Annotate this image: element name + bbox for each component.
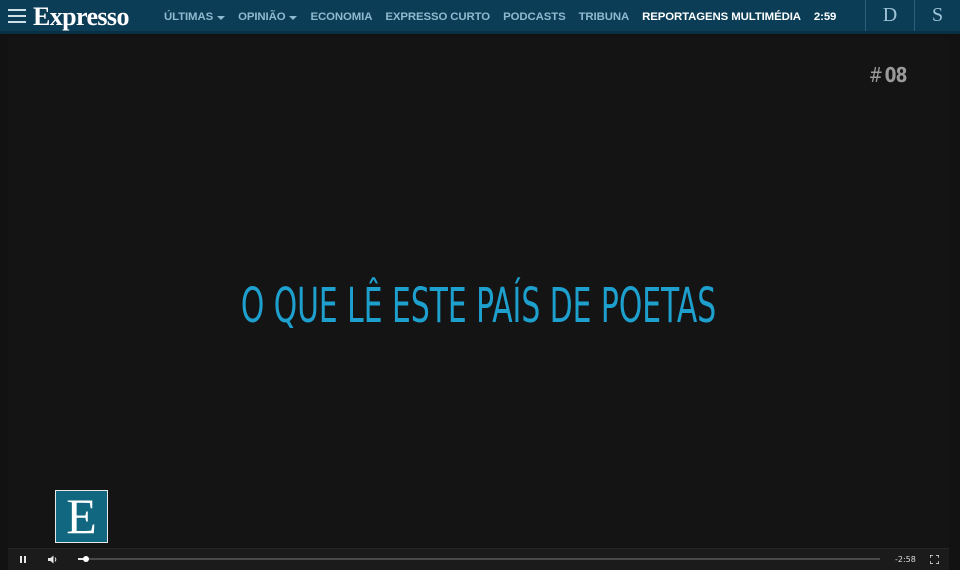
- nav-item-label: OPINIÃO: [238, 11, 286, 23]
- episode-number-value: 08: [885, 63, 908, 87]
- brand-links: D S: [865, 0, 960, 31]
- video-headline: O QUE LÊ ESTE PAÍS DE POETAS: [240, 278, 717, 334]
- pause-button[interactable]: [12, 549, 34, 570]
- episode-number: #08: [869, 63, 908, 87]
- expresso-e-watermark: E: [55, 490, 108, 543]
- nav-item-label: PODCASTS: [503, 11, 566, 23]
- episode-hash: #: [869, 63, 883, 87]
- fullscreen-button[interactable]: [923, 549, 945, 570]
- brand-link-d[interactable]: D: [865, 0, 914, 31]
- nav-item-ultimas[interactable]: ÚLTIMAS: [164, 11, 226, 23]
- volume-icon: [48, 555, 57, 564]
- fullscreen-icon: [929, 555, 939, 564]
- chevron-down-icon: [289, 16, 298, 20]
- video-duration-label: 2:59: [813, 11, 837, 23]
- progress-handle[interactable]: [83, 556, 90, 562]
- nav-item-tribuna[interactable]: TRIBUNA: [579, 11, 630, 23]
- nav-item-label: REPORTAGENS MULTIMÉDIA: [642, 11, 801, 23]
- nav-item-label: ÚLTIMAS: [164, 11, 214, 23]
- top-navigation-bar: Expresso ÚLTIMAS OPINIÃO ECONOMIA EXPRES…: [0, 0, 960, 34]
- main-nav: ÚLTIMAS OPINIÃO ECONOMIA EXPRESSO CURTO …: [164, 0, 836, 34]
- nav-item-label: TRIBUNA: [578, 11, 630, 23]
- hamburger-icon[interactable]: [8, 9, 26, 23]
- expresso-logo[interactable]: Expresso: [33, 2, 129, 32]
- progress-bar[interactable]: [78, 556, 880, 562]
- chevron-down-icon: [217, 16, 226, 20]
- brand-link-s[interactable]: S: [914, 0, 960, 31]
- nav-item-economia[interactable]: ECONOMIA: [310, 11, 372, 23]
- nav-item-opiniao[interactable]: OPINIÃO: [238, 11, 298, 23]
- nav-item-reportagens-multimedia[interactable]: REPORTAGENS MULTIMÉDIA: [642, 11, 801, 23]
- pause-icon: [20, 556, 26, 563]
- volume-button[interactable]: [42, 549, 64, 570]
- video-player[interactable]: #08 O QUE LÊ ESTE PAÍS DE POETAS E: [8, 38, 949, 548]
- video-controls: -2:58: [8, 548, 949, 570]
- nav-item-label: ECONOMIA: [310, 11, 373, 23]
- nav-item-label: EXPRESSO CURTO: [385, 11, 491, 23]
- nav-item-expresso-curto[interactable]: EXPRESSO CURTO: [385, 11, 490, 23]
- time-remaining: -2:58: [895, 555, 916, 564]
- nav-item-podcasts[interactable]: PODCASTS: [503, 11, 566, 23]
